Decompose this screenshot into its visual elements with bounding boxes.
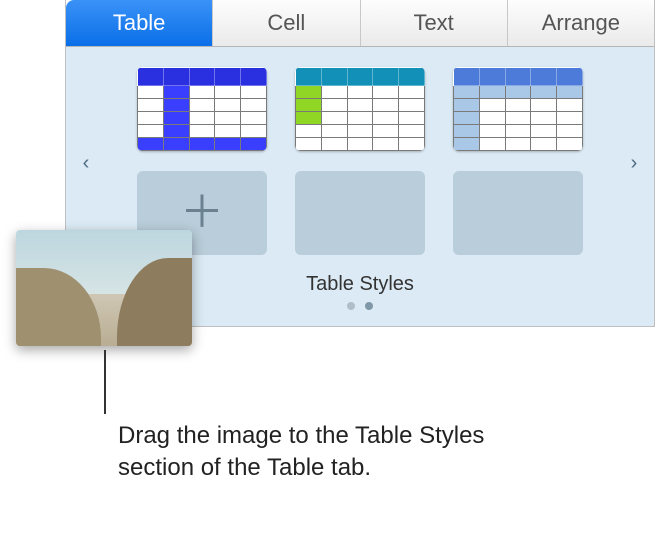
tab-table[interactable]: Table: [66, 0, 213, 46]
table-style-preset-teal-lime[interactable]: [295, 67, 425, 151]
style-slot-empty[interactable]: [453, 171, 583, 255]
table-style-preset-soft-blue[interactable]: [453, 67, 583, 151]
dragged-image-thumbnail[interactable]: [16, 230, 192, 346]
inspector-tabbar: Table Cell Text Arrange: [66, 0, 654, 47]
callout-leader-line: [104, 350, 106, 414]
plus-icon: ＋: [180, 191, 224, 235]
tab-arrange[interactable]: Arrange: [508, 0, 654, 46]
page-dot-active[interactable]: [365, 302, 373, 310]
style-slot-empty[interactable]: [295, 171, 425, 255]
table-style-preset-blue-bold[interactable]: [137, 67, 267, 151]
style-presets-row: [66, 67, 654, 151]
styles-next-button[interactable]: ›: [620, 149, 648, 177]
tab-text[interactable]: Text: [361, 0, 508, 46]
page-dot[interactable]: [347, 302, 355, 310]
callout-text: Drag the image to the Table Styles secti…: [118, 420, 538, 485]
styles-prev-button[interactable]: ‹: [72, 149, 100, 177]
tab-cell[interactable]: Cell: [213, 0, 360, 46]
